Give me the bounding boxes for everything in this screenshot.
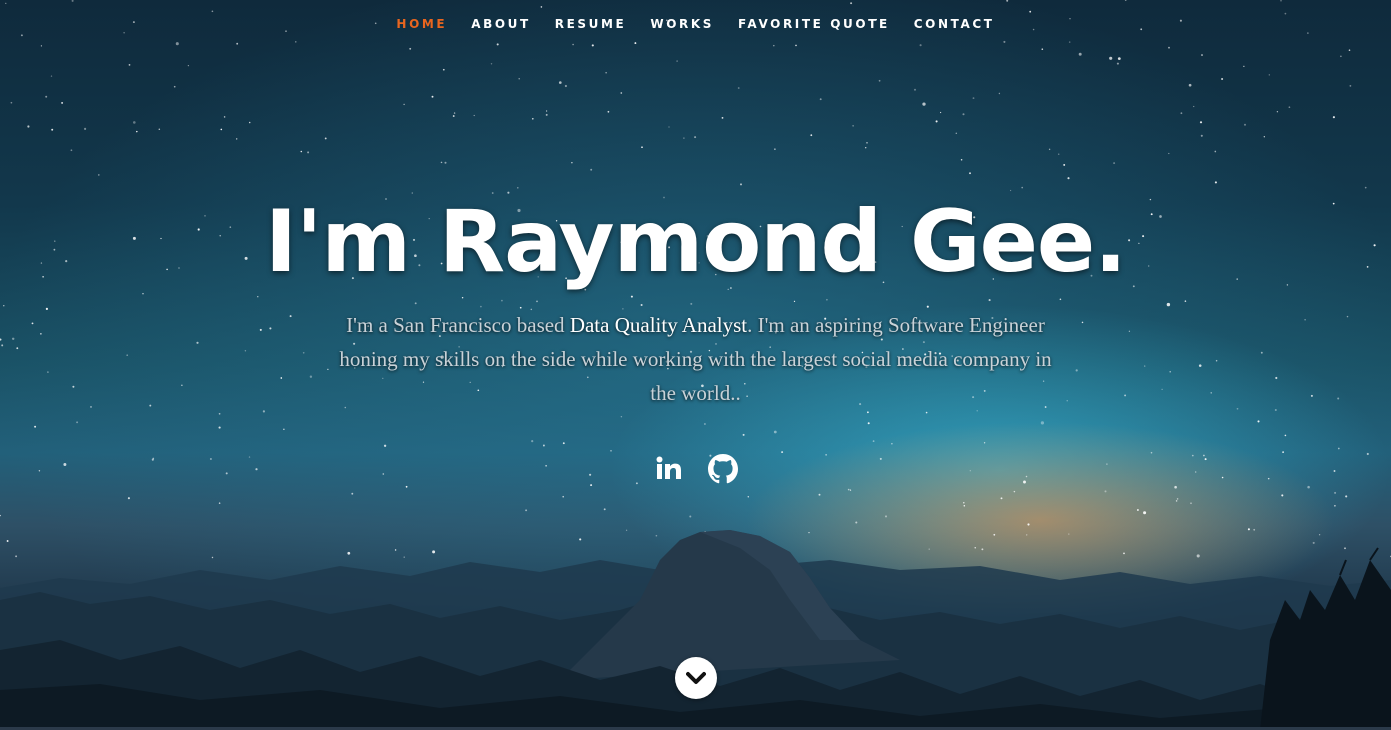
- nav-works-link[interactable]: WORKS: [650, 14, 714, 34]
- page-title: I'm Raymond Gee.: [265, 192, 1127, 292]
- chevron-down-icon: [686, 672, 706, 684]
- main-nav: HOME ABOUT RESUME WORKS FAVORITE QUOTE CONTAC…: [0, 14, 1391, 34]
- nav-favorite-quote-link[interactable]: FAVORITE QUOTE: [738, 14, 890, 34]
- nav-contact-link[interactable]: CONTACT: [914, 14, 995, 34]
- job-title-highlight: Data Quality Analyst: [569, 313, 748, 337]
- bio-text: I'm a San Francisco based Data Quality A…: [336, 308, 1056, 410]
- github-icon[interactable]: [707, 454, 738, 484]
- nav-home-link[interactable]: HOME: [396, 14, 447, 34]
- nav-resume-link[interactable]: RESUME: [555, 14, 627, 34]
- scroll-down-button[interactable]: [675, 657, 717, 699]
- banner: I'm Raymond Gee. I'm a San Francisco bas…: [0, 190, 1391, 484]
- nav-about-link[interactable]: ABOUT: [471, 14, 531, 34]
- bio-text-start: I'm a San Francisco based: [346, 313, 570, 337]
- social-links: [0, 454, 1391, 484]
- linkedin-icon[interactable]: [654, 454, 684, 484]
